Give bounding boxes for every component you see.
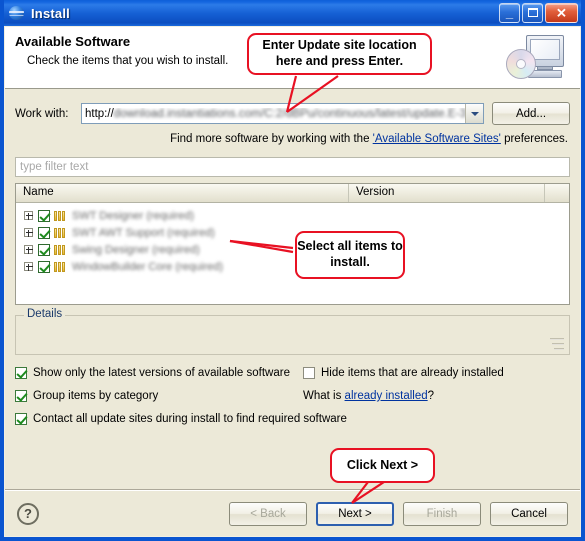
table-row[interactable]: SWT Designer (required) xyxy=(16,207,569,224)
maximize-button[interactable] xyxy=(522,3,543,23)
minimize-button[interactable]: _ xyxy=(499,3,520,23)
feature-icon xyxy=(54,227,67,238)
contact-all-sites-option[interactable]: Contact all update sites during install … xyxy=(15,413,347,425)
back-button[interactable]: < Back xyxy=(229,501,307,526)
work-with-value-blurred: download.instantiations.com/C:2/dBPu/con… xyxy=(113,107,480,120)
expand-icon[interactable] xyxy=(24,245,33,254)
help-button[interactable]: ? xyxy=(17,502,39,525)
options-row-1: Show only the latest versions of availab… xyxy=(15,367,570,379)
show-latest-versions-option[interactable]: Show only the latest versions of availab… xyxy=(15,367,303,379)
chevron-down-icon[interactable] xyxy=(465,104,483,123)
options-row-3: Contact all update sites during install … xyxy=(15,413,570,425)
table-body: SWT Designer (required) SWT AWT Support … xyxy=(16,203,569,275)
row-name: Swing Designer (required) xyxy=(72,243,200,256)
button-bar: ? < Back Next > Finish Cancel xyxy=(5,491,580,536)
group-by-category-label: Group items by category xyxy=(33,390,159,402)
options-row-2: Group items by category What is already … xyxy=(15,390,570,402)
hint-text-before: Find more software by working with the xyxy=(170,133,373,145)
install-dialog-window: Install _ ✕ Available Software Check the… xyxy=(0,0,585,541)
what-is-already-installed: What is already installed? xyxy=(303,390,434,402)
minimize-icon: _ xyxy=(505,5,514,20)
work-with-combo[interactable]: http://download.instantiations.com/C:2/d… xyxy=(81,103,484,124)
finish-button[interactable]: Finish xyxy=(403,501,481,526)
wizard-buttons: < Back Next > Finish Cancel xyxy=(229,501,568,526)
row-name: SWT Designer (required) xyxy=(72,209,195,222)
hide-installed-checkbox[interactable] xyxy=(303,367,315,379)
maximize-icon xyxy=(528,8,538,17)
callout-click-next: Click Next > xyxy=(330,448,435,483)
hide-installed-option[interactable]: Hide items that are already installed xyxy=(303,367,504,379)
row-checkbox[interactable] xyxy=(38,243,50,256)
close-button[interactable]: ✕ xyxy=(545,3,578,23)
window-title: Install xyxy=(31,5,70,21)
group-by-category-option[interactable]: Group items by category xyxy=(15,390,303,402)
feature-icon xyxy=(54,261,67,272)
work-with-row: Work with: http://download.instantiation… xyxy=(15,102,570,125)
software-table[interactable]: Name Version SWT Designer (required) SWT… xyxy=(15,183,570,305)
show-latest-versions-label: Show only the latest versions of availab… xyxy=(33,367,290,379)
hide-installed-label: Hide items that are already installed xyxy=(321,367,504,379)
filter-input[interactable]: type filter text xyxy=(15,157,570,177)
row-checkbox[interactable] xyxy=(38,260,50,273)
expand-icon[interactable] xyxy=(24,211,33,220)
eclipse-globe-icon xyxy=(9,5,25,21)
show-latest-versions-checkbox[interactable] xyxy=(15,367,27,379)
what-is-text-before: What is xyxy=(303,390,345,402)
dialog-content: Work with: http://download.instantiation… xyxy=(5,102,580,425)
title-bar: Install _ ✕ xyxy=(4,0,581,26)
available-software-sites-link[interactable]: 'Available Software Sites' xyxy=(373,133,501,145)
table-row[interactable]: SWT AWT Support (required) xyxy=(16,224,569,241)
computer-cd-icon xyxy=(504,33,566,85)
options-section: Show only the latest versions of availab… xyxy=(15,367,570,425)
details-label: Details xyxy=(24,308,66,320)
next-button[interactable]: Next > xyxy=(316,501,394,526)
row-checkbox[interactable] xyxy=(38,209,50,222)
column-header-name[interactable]: Name xyxy=(16,184,349,202)
work-with-label: Work with: xyxy=(15,107,69,120)
details-group: Details xyxy=(15,308,570,355)
close-icon: ✕ xyxy=(556,5,567,21)
row-name: WindowBuilder Core (required) xyxy=(72,260,224,273)
add-button[interactable]: Add... xyxy=(492,102,570,125)
window-controls: _ ✕ xyxy=(499,3,578,23)
resize-grip-icon[interactable] xyxy=(548,338,564,350)
hint-text-after: preferences. xyxy=(500,133,568,145)
work-with-value-prefix: http:// xyxy=(85,107,114,120)
filter-placeholder: type filter text xyxy=(20,161,89,173)
table-header-row: Name Version xyxy=(16,184,569,203)
row-name: SWT AWT Support (required) xyxy=(72,226,215,239)
group-by-category-checkbox[interactable] xyxy=(15,390,27,402)
column-header-extra xyxy=(545,184,569,202)
cancel-button[interactable]: Cancel xyxy=(490,501,568,526)
available-software-sites-hint: Find more software by working with the '… xyxy=(15,133,570,145)
expand-icon[interactable] xyxy=(24,262,33,271)
table-row[interactable]: WindowBuilder Core (required) xyxy=(16,258,569,275)
feature-icon xyxy=(54,210,67,221)
row-checkbox[interactable] xyxy=(38,226,50,239)
callout-select-all-items: Select all items to install. xyxy=(295,231,405,279)
contact-all-sites-label: Contact all update sites during install … xyxy=(33,413,347,425)
work-with-input[interactable]: http://download.instantiations.com/C:2/d… xyxy=(82,108,479,120)
contact-all-sites-checkbox[interactable] xyxy=(15,413,27,425)
expand-icon[interactable] xyxy=(24,228,33,237)
callout-enter-update-site: Enter Update site location here and pres… xyxy=(247,33,432,75)
feature-icon xyxy=(54,244,67,255)
column-header-version[interactable]: Version xyxy=(349,184,545,202)
table-row[interactable]: Swing Designer (required) xyxy=(16,241,569,258)
dialog-body: Available Software Check the items that … xyxy=(4,26,581,537)
already-installed-link[interactable]: already installed xyxy=(345,390,428,402)
what-is-text-after: ? xyxy=(427,390,435,402)
